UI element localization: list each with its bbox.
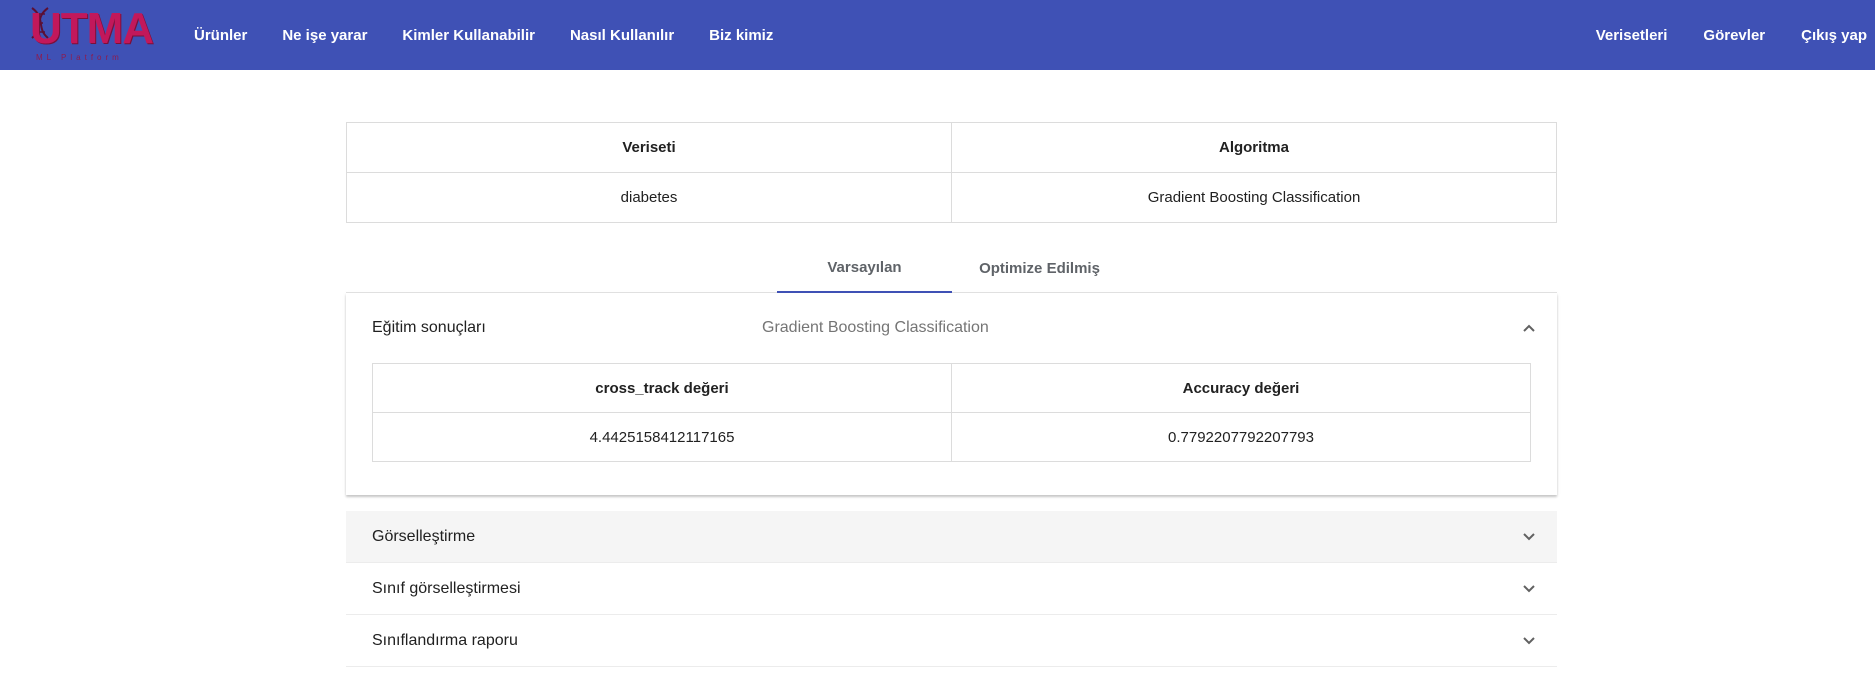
table-row: 4.4425158412117165 0.7792207792207793 (372, 412, 1531, 462)
training-results-header[interactable]: Eğitim sonuçları Gradient Boosting Class… (346, 293, 1557, 363)
panel-spacer (346, 495, 1557, 511)
chevron-up-icon[interactable] (1523, 322, 1535, 334)
brand-logo[interactable]: UTMA ML Platform (28, 4, 154, 64)
cross-track-value: 4.4425158412117165 (372, 412, 952, 462)
classification-report-panel-header[interactable]: Sınıflandırma raporu (346, 615, 1557, 667)
nav-right-links: Verisetleri Görevler Çıkış yap (1560, 0, 1867, 70)
tab-optimize-edilmis[interactable]: Optimize Edilmiş (952, 243, 1127, 293)
nav-link-urunler[interactable]: Ürünler (194, 27, 247, 44)
chevron-down-icon[interactable] (1523, 635, 1535, 647)
nav-link-nasil-kullanilir[interactable]: Nasıl Kullanılır (570, 27, 674, 44)
nav-link-verisetleri[interactable]: Verisetleri (1596, 27, 1668, 44)
table-header-row: Veriseti Algoritma (346, 122, 1557, 173)
chevron-down-icon[interactable] (1523, 531, 1535, 543)
chevron-down-icon[interactable] (1523, 583, 1535, 595)
accuracy-value: 0.7792207792207793 (951, 412, 1531, 462)
training-results-title: Eğitim sonuçları (372, 319, 486, 336)
logo-text: UTMA (30, 4, 154, 53)
class-visualization-title: Sınıf görselleştirmesi (372, 579, 521, 597)
algorithm-value: Gradient Boosting Classification (951, 172, 1557, 223)
dataset-value: diabetes (346, 172, 952, 223)
nav-link-kimler-kullanabilir[interactable]: Kimler Kullanabilir (402, 27, 535, 44)
accuracy-header: Accuracy değeri (951, 363, 1531, 413)
nav-link-biz-kimiz[interactable]: Biz kimiz (709, 27, 773, 44)
nav-left-links: Ürünler Ne işe yarar Kimler Kullanabilir… (194, 0, 808, 70)
classification-report-title: Sınıflandırma raporu (372, 631, 518, 649)
table-header-row: cross_track değeri Accuracy değeri (372, 363, 1531, 413)
table-row: diabetes Gradient Boosting Classificatio… (346, 172, 1557, 223)
logout-link[interactable]: Çıkış yap (1801, 27, 1867, 44)
logo-subtext: ML Platform (36, 53, 123, 62)
result-tabs: Varsayılan Optimize Edilmiş (346, 243, 1557, 293)
dataset-header: Veriseti (346, 122, 952, 173)
training-results-panel: Eğitim sonuçları Gradient Boosting Class… (346, 293, 1557, 495)
training-results-table: cross_track değeri Accuracy değeri 4.442… (372, 363, 1531, 462)
dataset-algorithm-table: Veriseti Algoritma diabetes Gradient Boo… (346, 122, 1557, 223)
top-navbar: UTMA ML Platform Ürünler Ne işe yarar Ki… (0, 0, 1875, 70)
tab-varsayilan[interactable]: Varsayılan (777, 243, 952, 293)
visualization-panel-header[interactable]: Görselleştirme (346, 511, 1557, 563)
cross-track-header: cross_track değeri (372, 363, 952, 413)
nav-link-gorevler[interactable]: Görevler (1703, 27, 1765, 44)
class-visualization-panel-header[interactable]: Sınıf görselleştirmesi (346, 563, 1557, 615)
algorithm-header: Algoritma (951, 122, 1557, 173)
visualization-title: Görselleştirme (372, 527, 476, 545)
training-results-subtitle: Gradient Boosting Classification (762, 319, 989, 336)
main-content: Veriseti Algoritma diabetes Gradient Boo… (346, 122, 1557, 667)
nav-link-ne-ise-yarar[interactable]: Ne işe yarar (282, 27, 367, 44)
